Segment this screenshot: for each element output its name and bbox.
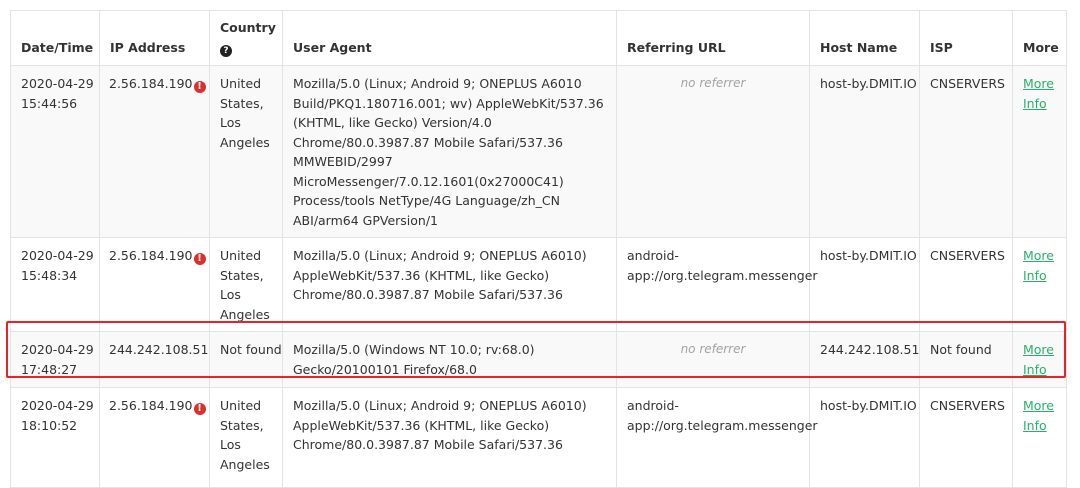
cell-datetime: 2020-04-29 18:10:52 xyxy=(10,387,100,488)
col-header-more: More xyxy=(1012,10,1067,66)
time-text: 15:48:34 xyxy=(21,267,78,283)
cell-useragent: Mozilla/5.0 (Linux; Android 9; ONEPLUS A… xyxy=(282,237,617,332)
cell-referrer: android-app://org.telegram.messenger xyxy=(616,387,818,488)
ip-text: 244.242.108.51 xyxy=(109,342,209,357)
col-header-useragent: User Agent xyxy=(282,10,617,66)
table-row-highlighted: 2020-04-29 17:48:27 244.242.108.51 Not foun… xyxy=(10,331,1067,388)
cell-country: United States, Los Angeles xyxy=(209,65,283,238)
more-info-link[interactable]: More Info xyxy=(1023,248,1054,283)
ip-text: 2.56.184.190 xyxy=(109,398,193,413)
date-text: 2020-04-29 xyxy=(21,248,94,263)
col-header-datetime: Date/Time xyxy=(10,10,100,66)
cell-referrer: android-app://org.telegram.messenger xyxy=(616,237,818,332)
more-info-link[interactable]: More Info xyxy=(1023,342,1054,377)
visitor-log-table: Date/Time IP Address Country? User Agent… xyxy=(10,10,1067,488)
time-text: 15:44:56 xyxy=(21,95,78,111)
col-header-host: Host Name xyxy=(809,10,920,66)
date-text: 2020-04-29 xyxy=(21,76,94,91)
cell-useragent: Mozilla/5.0 (Linux; Android 9; ONEPLUS A… xyxy=(282,65,617,238)
more-info-link[interactable]: More Info xyxy=(1023,398,1054,433)
cell-datetime: 2020-04-29 15:48:34 xyxy=(10,237,100,332)
cell-referrer: no referrer xyxy=(616,65,810,238)
table-row: 2020-04-29 15:48:34 2.56.184.190! United St… xyxy=(10,237,1067,332)
table-row: 2020-04-29 18:10:52 2.56.184.190! United St… xyxy=(10,387,1067,488)
exclamation-circle-icon[interactable]: ! xyxy=(193,81,206,93)
cell-host: host-by.DMIT.IO xyxy=(809,237,920,332)
cell-more: More Info xyxy=(1012,331,1067,388)
exclamation-circle-icon[interactable]: ! xyxy=(193,253,206,265)
cell-ip: 2.56.184.190! xyxy=(99,65,210,238)
cell-datetime: 2020-04-29 15:44:56 xyxy=(10,65,100,238)
cell-isp: CNSERVERS xyxy=(919,65,1013,238)
col-header-country: Country? xyxy=(209,10,283,66)
cell-useragent: Mozilla/5.0 (Windows NT 10.0; rv:68.0) G… xyxy=(282,331,617,388)
time-text: 17:48:27 xyxy=(21,361,78,377)
cell-isp: Not found xyxy=(919,331,1013,388)
date-text: 2020-04-29 xyxy=(21,398,94,413)
cell-ip: 2.56.184.190! xyxy=(99,237,210,332)
cell-isp: CNSERVERS xyxy=(919,387,1013,488)
more-info-link[interactable]: More Info xyxy=(1023,76,1054,111)
cell-country: Not found xyxy=(209,331,283,388)
cell-country: United States, Los Angeles xyxy=(209,237,283,332)
cell-more: More Info xyxy=(1012,65,1067,238)
cell-ip: 244.242.108.51 xyxy=(99,331,210,388)
col-header-ip: IP Address xyxy=(99,10,210,66)
col-header-referrer: Referring URL xyxy=(616,10,810,66)
cell-country: United States, Los Angeles xyxy=(209,387,283,488)
exclamation-circle-icon[interactable]: ! xyxy=(193,403,206,415)
cell-more: More Info xyxy=(1012,237,1067,332)
cell-host: host-by.DMIT.IO xyxy=(809,387,920,488)
table-row: 2020-04-29 15:44:56 2.56.184.190! United St… xyxy=(10,65,1067,238)
col-header-isp: ISP xyxy=(919,10,1013,66)
cell-isp: CNSERVERS xyxy=(919,237,1013,332)
ip-text: 2.56.184.190 xyxy=(109,248,193,263)
cell-host: 244.242.108.51 xyxy=(809,331,920,388)
question-circle-icon[interactable]: ? xyxy=(220,44,232,57)
table-header-row: Date/Time IP Address Country? User Agent… xyxy=(10,10,1067,66)
col-header-country-label: Country xyxy=(220,20,276,35)
cell-more: More Info xyxy=(1012,387,1067,488)
cell-datetime: 2020-04-29 17:48:27 xyxy=(10,331,100,388)
time-text: 18:10:52 xyxy=(21,417,78,433)
cell-ip: 2.56.184.190! xyxy=(99,387,210,488)
cell-referrer: no referrer xyxy=(616,331,810,388)
cell-useragent: Mozilla/5.0 (Linux; Android 9; ONEPLUS A… xyxy=(282,387,617,488)
date-text: 2020-04-29 xyxy=(21,342,94,357)
cell-host: host-by.DMIT.IO xyxy=(809,65,920,238)
ip-text: 2.56.184.190 xyxy=(109,76,193,91)
